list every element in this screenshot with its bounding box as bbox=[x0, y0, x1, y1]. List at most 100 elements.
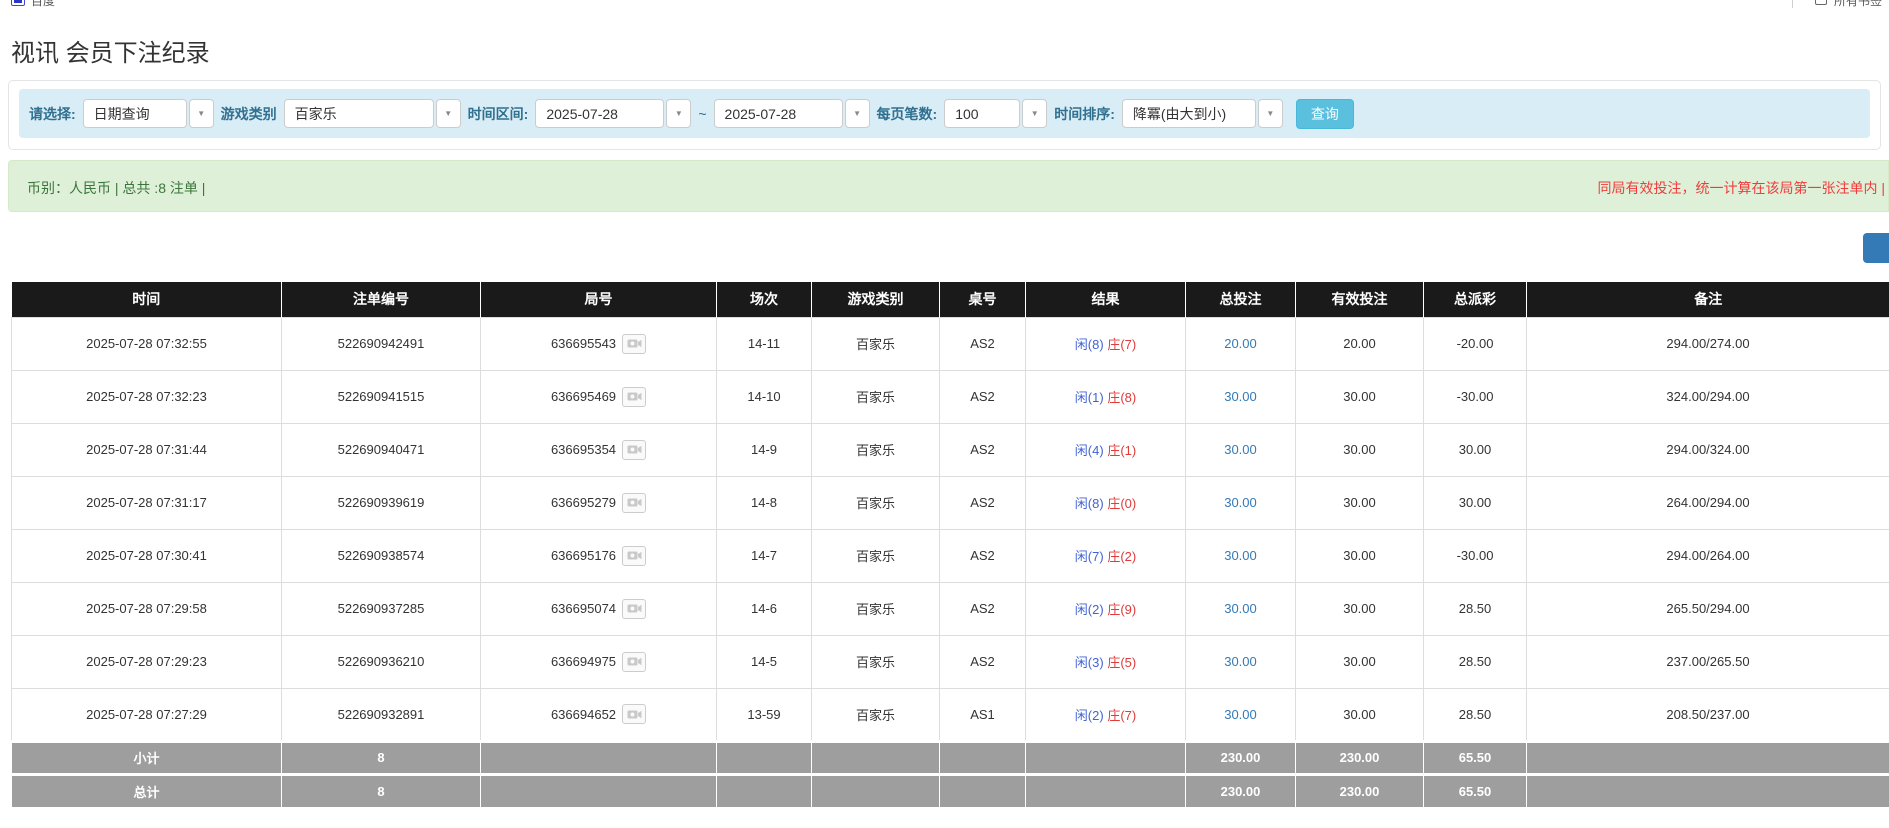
video-replay-icon[interactable] bbox=[622, 387, 646, 407]
table-code-cell: AS2 bbox=[940, 423, 1026, 476]
date-to-dropdown-arrow-icon[interactable]: ▼ bbox=[845, 99, 870, 128]
round-number: 636695543 bbox=[551, 336, 616, 351]
total-bet-cell[interactable]: 30.00 bbox=[1186, 423, 1296, 476]
result-cell: 闲(8) 庄(0) bbox=[1026, 476, 1186, 529]
total-bet-cell[interactable]: 30.00 bbox=[1186, 688, 1296, 741]
result-banker: 庄(0) bbox=[1107, 496, 1136, 511]
bookmark-baidu[interactable]: 百度 bbox=[31, 0, 55, 9]
table-row: 2025-07-28 07:32:23522690941515 636695469… bbox=[12, 370, 1889, 423]
bet-id-cell: 522690941515 bbox=[282, 370, 481, 423]
all-bookmarks-button[interactable]: 所有书签 bbox=[1834, 0, 1882, 9]
column-header-6: 结果 bbox=[1026, 282, 1186, 317]
subtotal-row-cell-9: 65.50 bbox=[1424, 741, 1527, 774]
summary-alert-bar: 币别：人民币 | 总共 :8 注单 | 同局有效投注，统一计算在该局第一张注单内… bbox=[8, 160, 1889, 212]
sort-order-select[interactable]: 降冪(由大到小) bbox=[1122, 99, 1256, 128]
result-banker: 庄(7) bbox=[1107, 708, 1136, 723]
round-id-cell: 636694652 bbox=[481, 688, 717, 741]
video-replay-icon[interactable] bbox=[622, 334, 646, 354]
total-bet-cell[interactable]: 20.00 bbox=[1186, 317, 1296, 370]
date-from-select[interactable]: 2025-07-28 bbox=[535, 99, 664, 128]
remark-cell: 294.00/264.00 bbox=[1527, 529, 1889, 582]
subtotal-row-cell-3 bbox=[717, 741, 812, 774]
time-cell: 2025-07-28 07:32:23 bbox=[12, 370, 282, 423]
video-replay-icon[interactable] bbox=[622, 652, 646, 672]
result-banker: 庄(8) bbox=[1107, 390, 1136, 405]
session-cell: 13-59 bbox=[717, 688, 812, 741]
table-row: 2025-07-28 07:29:23522690936210636694975… bbox=[12, 635, 1889, 688]
payout-cell: 30.00 bbox=[1424, 476, 1527, 529]
total-row-cell-0: 总计 bbox=[12, 774, 282, 807]
video-replay-icon[interactable] bbox=[622, 599, 646, 619]
total-bet-cell[interactable]: 30.00 bbox=[1186, 635, 1296, 688]
baidu-favicon-icon[interactable] bbox=[11, 0, 25, 6]
round-id-cell: 636695074 bbox=[481, 582, 717, 635]
round-number: 636695469 bbox=[551, 389, 616, 404]
result-banker: 庄(2) bbox=[1107, 549, 1136, 564]
total-bet-cell[interactable]: 30.00 bbox=[1186, 476, 1296, 529]
remark-cell: 294.00/274.00 bbox=[1527, 317, 1889, 370]
currency-total-text: 币别：人民币 | 总共 :8 注单 | bbox=[27, 178, 205, 198]
total-bet-cell[interactable]: 30.00 bbox=[1186, 370, 1296, 423]
all-bookmarks-folder-icon[interactable] bbox=[1815, 0, 1827, 5]
game-type-select[interactable]: 百家乐 bbox=[284, 99, 434, 128]
round-id-cell: 636695176 bbox=[481, 529, 717, 582]
date-to-select[interactable]: 2025-07-28 bbox=[714, 99, 843, 128]
round-number: 636695176 bbox=[551, 548, 616, 563]
time-cell: 2025-07-28 07:32:55 bbox=[12, 317, 282, 370]
table-row: 2025-07-28 07:32:55522690942491636695543… bbox=[12, 317, 1889, 370]
table-code-cell: AS1 bbox=[940, 688, 1026, 741]
page-size-dropdown-arrow-icon[interactable]: ▼ bbox=[1022, 99, 1047, 128]
filter-panel: 请选择: 日期查询 ▼ 游戏类别 百家乐 ▼ 时间区间: 2025-07-28 … bbox=[8, 80, 1881, 150]
result-player: 闲(2) bbox=[1075, 602, 1104, 617]
video-replay-icon[interactable] bbox=[622, 704, 646, 724]
result-cell: 闲(8) 庄(7) bbox=[1026, 317, 1186, 370]
total-bet-cell[interactable]: 30.00 bbox=[1186, 582, 1296, 635]
table-row: 2025-07-28 07:31:44522690940471636695354… bbox=[12, 423, 1889, 476]
filter-bar: 请选择: 日期查询 ▼ 游戏类别 百家乐 ▼ 时间区间: 2025-07-28 … bbox=[19, 89, 1870, 138]
column-header-4: 游戏类别 bbox=[812, 282, 940, 317]
chevron-down-icon[interactable]: ▾ bbox=[62, 0, 67, 3]
query-type-select[interactable]: 日期查询 bbox=[83, 99, 187, 128]
game-type-dropdown-arrow-icon[interactable]: ▼ bbox=[436, 99, 461, 128]
date-from-dropdown-arrow-icon[interactable]: ▼ bbox=[666, 99, 691, 128]
session-cell: 14-6 bbox=[717, 582, 812, 635]
time-cell: 2025-07-28 07:29:58 bbox=[12, 582, 282, 635]
total-bet-cell[interactable]: 30.00 bbox=[1186, 529, 1296, 582]
result-player: 闲(1) bbox=[1075, 390, 1104, 405]
game-type-cell: 百家乐 bbox=[812, 529, 940, 582]
session-cell: 14-10 bbox=[717, 370, 812, 423]
cut-off-action-button[interactable] bbox=[1863, 233, 1889, 263]
session-cell: 14-5 bbox=[717, 635, 812, 688]
table-row: 2025-07-28 07:30:41522690938574636695176… bbox=[12, 529, 1889, 582]
subtotal-row-cell-2 bbox=[481, 741, 717, 774]
video-replay-icon[interactable] bbox=[622, 493, 646, 513]
time-cell: 2025-07-28 07:29:23 bbox=[12, 635, 282, 688]
valid-bet-cell: 30.00 bbox=[1296, 529, 1424, 582]
time-cell: 2025-07-28 07:27:29 bbox=[12, 688, 282, 741]
sort-order-dropdown-arrow-icon[interactable]: ▼ bbox=[1258, 99, 1283, 128]
game-type-cell: 百家乐 bbox=[812, 317, 940, 370]
result-cell: 闲(3) 庄(5) bbox=[1026, 635, 1186, 688]
round-number: 636695279 bbox=[551, 495, 616, 510]
result-banker: 庄(1) bbox=[1107, 443, 1136, 458]
valid-bet-cell: 30.00 bbox=[1296, 635, 1424, 688]
query-type-dropdown-arrow-icon[interactable]: ▼ bbox=[189, 99, 214, 128]
subtotal-row-cell-0: 小计 bbox=[12, 741, 282, 774]
result-cell: 闲(7) 庄(2) bbox=[1026, 529, 1186, 582]
total-row-cell-6 bbox=[1026, 774, 1186, 807]
same-round-notice: 同局有效投注，统一计算在该局第一张注单内 | bbox=[1597, 178, 1885, 198]
query-button[interactable]: 查询 bbox=[1296, 99, 1354, 129]
valid-bet-cell: 30.00 bbox=[1296, 423, 1424, 476]
subtotal-row-cell-5 bbox=[940, 741, 1026, 774]
total-row-cell-1: 8 bbox=[282, 774, 481, 807]
valid-bet-cell: 30.00 bbox=[1296, 688, 1424, 741]
video-replay-icon[interactable] bbox=[622, 440, 646, 460]
payout-cell: -20.00 bbox=[1424, 317, 1527, 370]
total-row-cell-2 bbox=[481, 774, 717, 807]
page-size-select[interactable]: 100 bbox=[944, 99, 1020, 128]
video-replay-icon[interactable] bbox=[622, 546, 646, 566]
result-player: 闲(8) bbox=[1075, 337, 1104, 352]
round-number: 636695074 bbox=[551, 601, 616, 616]
column-header-8: 有效投注 bbox=[1296, 282, 1424, 317]
bet-id-cell: 522690939619 bbox=[282, 476, 481, 529]
